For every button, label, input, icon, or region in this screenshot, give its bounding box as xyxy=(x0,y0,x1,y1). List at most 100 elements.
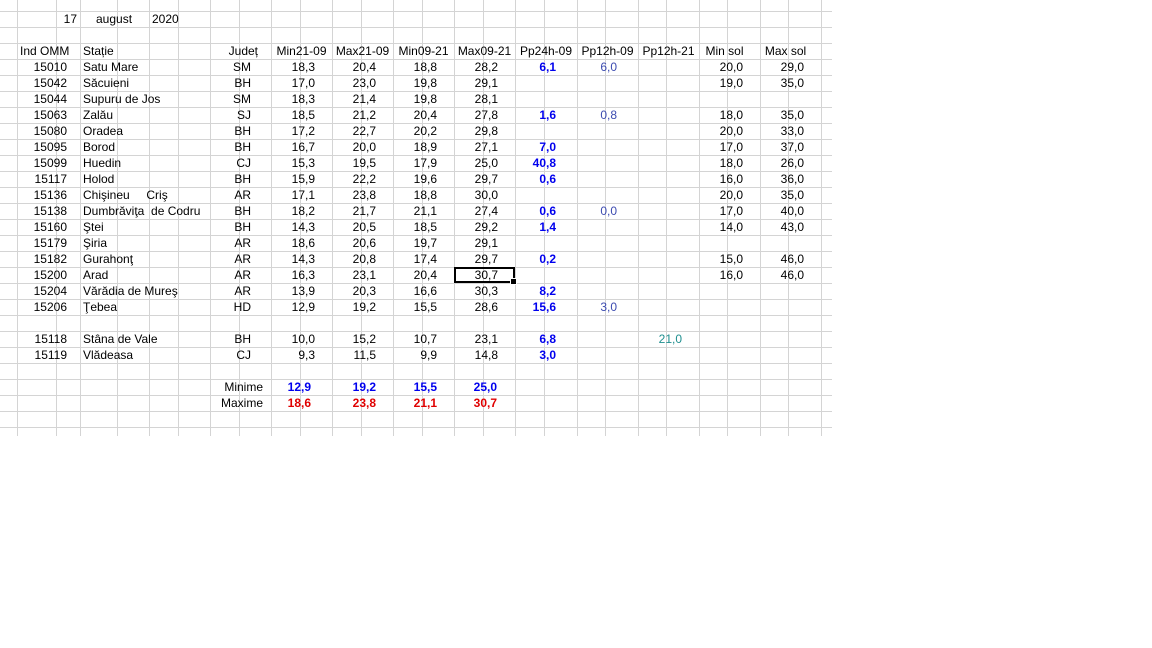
cell-minsol[interactable]: 15,0 xyxy=(699,251,743,267)
cell-pp24[interactable] xyxy=(515,75,556,91)
cell-min2109[interactable]: 16,3 xyxy=(271,267,315,283)
date-day-cell[interactable]: 17 xyxy=(17,11,77,27)
cell-min2109[interactable]: 18,5 xyxy=(271,107,315,123)
cell-station[interactable]: Satu Mare xyxy=(83,59,209,75)
cell-county[interactable]: AR xyxy=(210,235,251,251)
cell-station[interactable]: Arad xyxy=(83,267,209,283)
cell-pp24[interactable]: 7,0 xyxy=(515,139,556,155)
cell-station[interactable]: Stâna de Vale xyxy=(83,331,209,347)
cell-id[interactable]: 15095 xyxy=(17,139,67,155)
cell-county[interactable]: BH xyxy=(210,331,251,347)
cell-max0921[interactable]: 28,6 xyxy=(454,299,498,315)
cell-min2109[interactable]: 15,9 xyxy=(271,171,315,187)
cell-pp12-21[interactable]: 21,0 xyxy=(638,331,682,347)
cell-id[interactable]: 15138 xyxy=(17,203,67,219)
cell-county[interactable]: CJ xyxy=(210,347,251,363)
maxime-max0921[interactable]: 30,7 xyxy=(454,395,497,411)
cell-max0921[interactable]: 29,7 xyxy=(454,171,498,187)
cell-county[interactable]: BH xyxy=(210,219,251,235)
header-ind-omm[interactable]: Ind OMM xyxy=(20,43,80,59)
cell-maxsol[interactable]: 29,0 xyxy=(760,59,804,75)
cell-pp24[interactable]: 6,8 xyxy=(515,331,556,347)
maxime-max2109[interactable]: 23,8 xyxy=(332,395,376,411)
cell-max0921[interactable]: 29,1 xyxy=(454,75,498,91)
cell-max0921[interactable]: 29,2 xyxy=(454,219,498,235)
cell-pp12-21[interactable] xyxy=(638,155,682,171)
cell-pp12-21[interactable] xyxy=(638,299,682,315)
cell-pp12-21[interactable] xyxy=(638,91,682,107)
cell-min2109[interactable]: 14,3 xyxy=(271,219,315,235)
cell-max2109[interactable]: 15,2 xyxy=(332,331,376,347)
cell-min0921[interactable]: 9,9 xyxy=(393,347,437,363)
cell-pp12-09[interactable] xyxy=(577,139,617,155)
header-pp12-21[interactable]: Pp12h-21 xyxy=(638,43,699,59)
spreadsheet-grid[interactable]: 17 august 2020 Ind OMM Stație Județ Min2… xyxy=(0,0,832,436)
header-pp24[interactable]: Pp24h-09 xyxy=(515,43,577,59)
cell-pp12-09[interactable] xyxy=(577,267,617,283)
cell-max0921[interactable]: 28,2 xyxy=(454,59,498,75)
cell-id[interactable]: 15044 xyxy=(17,91,67,107)
cell-min2109[interactable]: 18,6 xyxy=(271,235,315,251)
cell-min2109[interactable]: 18,3 xyxy=(271,59,315,75)
cell-max0921[interactable]: 30,3 xyxy=(454,283,498,299)
minime-label[interactable]: Minime xyxy=(210,379,263,395)
cell-minsol[interactable]: 20,0 xyxy=(699,59,743,75)
cell-maxsol[interactable] xyxy=(760,283,804,299)
cell-station[interactable]: Zalău xyxy=(83,107,209,123)
cell-pp12-09[interactable]: 6,0 xyxy=(577,59,617,75)
cell-pp12-09[interactable]: 3,0 xyxy=(577,299,617,315)
cell-max2109[interactable]: 20,3 xyxy=(332,283,376,299)
cell-station[interactable]: Ţebea xyxy=(83,299,209,315)
cell-pp12-09[interactable]: 0,0 xyxy=(577,203,617,219)
cell-pp12-21[interactable] xyxy=(638,283,682,299)
cell-min0921[interactable]: 17,9 xyxy=(393,155,437,171)
cell-maxsol[interactable]: 40,0 xyxy=(760,203,804,219)
cell-pp24[interactable]: 3,0 xyxy=(515,347,556,363)
cell-station[interactable]: Şiria xyxy=(83,235,209,251)
header-min2109[interactable]: Min21-09 xyxy=(271,43,332,59)
header-statie[interactable]: Stație xyxy=(83,43,149,59)
cell-id[interactable]: 15080 xyxy=(17,123,67,139)
cell-min2109[interactable]: 16,7 xyxy=(271,139,315,155)
cell-county[interactable]: SM xyxy=(210,91,251,107)
cell-minsol[interactable]: 17,0 xyxy=(699,139,743,155)
cell-min0921[interactable]: 19,6 xyxy=(393,171,437,187)
cell-pp12-09[interactable] xyxy=(577,219,617,235)
cell-maxsol[interactable]: 35,0 xyxy=(760,107,804,123)
cell-minsol[interactable]: 14,0 xyxy=(699,219,743,235)
cell-max2109[interactable]: 21,4 xyxy=(332,91,376,107)
cell-pp12-09[interactable] xyxy=(577,251,617,267)
cell-max2109[interactable]: 20,5 xyxy=(332,219,376,235)
cell-min0921[interactable]: 18,8 xyxy=(393,59,437,75)
cell-minsol[interactable]: 19,0 xyxy=(699,75,743,91)
cell-min2109[interactable]: 17,0 xyxy=(271,75,315,91)
minime-max0921[interactable]: 25,0 xyxy=(454,379,497,395)
cell-min2109[interactable]: 13,9 xyxy=(271,283,315,299)
cell-max2109[interactable]: 21,7 xyxy=(332,203,376,219)
cell-pp12-09[interactable] xyxy=(577,331,617,347)
cell-pp12-21[interactable] xyxy=(638,187,682,203)
cell-max0921[interactable]: 29,8 xyxy=(454,123,498,139)
cell-id[interactable]: 15063 xyxy=(17,107,67,123)
cell-county[interactable]: AR xyxy=(210,283,251,299)
minime-min2109[interactable]: 12,9 xyxy=(271,379,311,395)
cell-minsol[interactable]: 18,0 xyxy=(699,107,743,123)
cell-minsol[interactable]: 20,0 xyxy=(699,187,743,203)
cell-pp12-09[interactable]: 0,8 xyxy=(577,107,617,123)
header-min0921[interactable]: Min09-21 xyxy=(393,43,454,59)
cell-max0921[interactable]: 23,1 xyxy=(454,331,498,347)
cell-county[interactable]: HD xyxy=(210,299,251,315)
cell-pp24[interactable]: 8,2 xyxy=(515,283,556,299)
cell-max0921[interactable]: 25,0 xyxy=(454,155,498,171)
cell-pp12-21[interactable] xyxy=(638,171,682,187)
cell-min0921[interactable]: 19,8 xyxy=(393,75,437,91)
cell-minsol[interactable]: 18,0 xyxy=(699,155,743,171)
cell-maxsol[interactable] xyxy=(760,299,804,315)
cell-min0921[interactable]: 18,9 xyxy=(393,139,437,155)
cell-station[interactable]: Oradea xyxy=(83,123,209,139)
cell-maxsol[interactable]: 46,0 xyxy=(760,267,804,283)
cell-min0921[interactable]: 19,7 xyxy=(393,235,437,251)
cell-max2109[interactable]: 20,8 xyxy=(332,251,376,267)
cell-max0921[interactable]: 27,8 xyxy=(454,107,498,123)
cell-pp24[interactable]: 15,6 xyxy=(515,299,556,315)
